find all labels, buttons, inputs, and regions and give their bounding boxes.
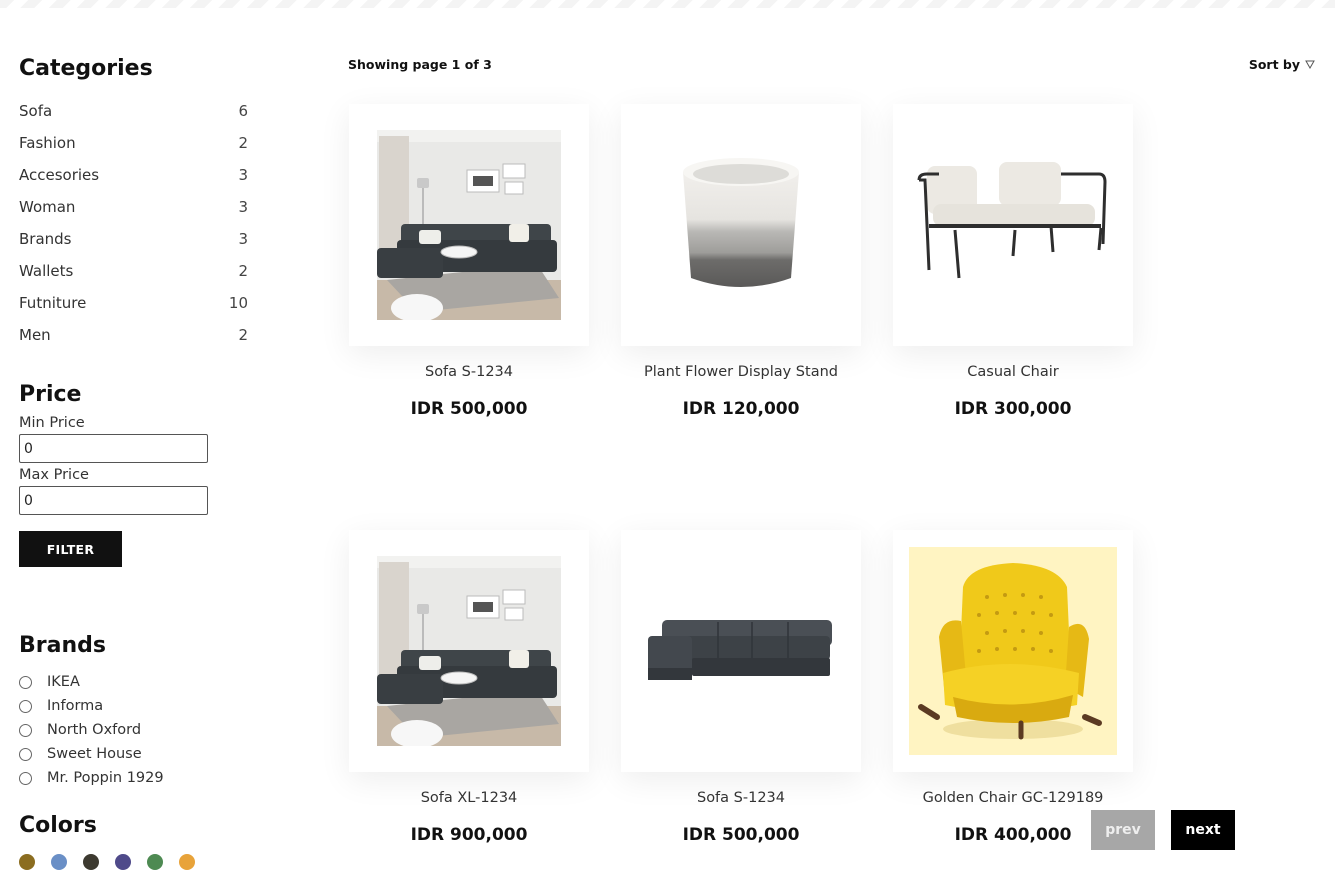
colors-filter: Colors <box>19 813 195 870</box>
product-name[interactable]: Sofa S-1234 <box>349 364 589 380</box>
color-swatch-orange[interactable] <box>179 854 195 870</box>
category-label: Brands <box>19 230 72 248</box>
color-swatch-blue[interactable] <box>51 854 67 870</box>
brand-label: Mr. Poppin 1929 <box>47 770 164 786</box>
category-count: 2 <box>238 134 248 152</box>
category-count: 2 <box>238 262 248 280</box>
color-swatch-indigo[interactable] <box>115 854 131 870</box>
product-image[interactable] <box>349 530 589 772</box>
category-item-brands[interactable]: Brands 3 <box>19 223 248 255</box>
brand-label: IKEA <box>47 674 80 690</box>
brand-option-sweet-house[interactable]: Sweet House <box>19 742 164 766</box>
concrete-planter-image <box>683 158 799 287</box>
category-item-sofa[interactable]: Sofa 6 <box>19 95 248 127</box>
product-price: IDR 900,000 <box>410 825 528 845</box>
product-name[interactable]: Casual Chair <box>893 364 1133 380</box>
brand-list: IKEA Informa North Oxford Sweet House Mr… <box>19 670 164 790</box>
brands-heading: Brands <box>19 633 106 658</box>
yellow-wingback-chair-image <box>909 547 1117 755</box>
category-item-fashion[interactable]: Fashion 2 <box>19 127 248 159</box>
product-name[interactable]: Sofa XL-1234 <box>349 790 589 806</box>
radio-button[interactable] <box>19 747 32 761</box>
product-card[interactable]: Sofa S-1234 IDR 500,000 <box>349 104 589 419</box>
next-button[interactable]: next <box>1171 810 1235 850</box>
color-swatch-green[interactable] <box>147 854 163 870</box>
product-image[interactable] <box>893 104 1133 346</box>
brand-option-mr-poppin[interactable]: Mr. Poppin 1929 <box>19 766 164 790</box>
category-count: 2 <box>238 326 248 344</box>
price-heading: Price <box>19 382 82 407</box>
category-count: 6 <box>238 102 248 120</box>
category-item-woman[interactable]: Woman 3 <box>19 191 248 223</box>
product-card[interactable]: Sofa S-1234 IDR 500,000 <box>621 530 861 845</box>
product-image[interactable] <box>621 530 861 772</box>
product-card[interactable]: Sofa XL-1234 IDR 900,000 <box>349 530 589 845</box>
brand-label: North Oxford <box>47 722 142 738</box>
category-item-wallets[interactable]: Wallets 2 <box>19 255 248 287</box>
categories-heading: Categories <box>19 56 153 81</box>
category-label: Woman <box>19 198 76 216</box>
category-count: 3 <box>238 198 248 216</box>
sidebar: Categories Sofa 6 Fashion 2 Accesories 3 Wo… <box>19 56 259 870</box>
product-name[interactable]: Sofa S-1234 <box>621 790 861 806</box>
category-label: Accesories <box>19 166 100 184</box>
max-price-input[interactable] <box>19 486 208 515</box>
category-label: Wallets <box>19 262 74 280</box>
brand-label: Sweet House <box>47 746 142 762</box>
product-image[interactable] <box>893 530 1133 772</box>
living-room-sofa-image <box>377 130 561 320</box>
brand-label: Informa <box>47 698 104 714</box>
min-price-input[interactable] <box>19 434 208 463</box>
category-label: Men <box>19 326 51 344</box>
category-count: 3 <box>238 166 248 184</box>
category-label: Fashion <box>19 134 76 152</box>
top-border <box>0 0 1335 8</box>
product-image[interactable] <box>621 104 861 346</box>
sort-dropdown[interactable]: Sort by <box>1249 57 1315 72</box>
brand-option-ikea[interactable]: IKEA <box>19 670 164 694</box>
product-price: IDR 300,000 <box>954 399 1072 419</box>
radio-button[interactable] <box>19 675 32 689</box>
color-swatches <box>19 854 195 870</box>
category-item-accesories[interactable]: Accesories 3 <box>19 159 248 191</box>
product-name[interactable]: Plant Flower Display Stand <box>621 364 861 380</box>
radio-button[interactable] <box>19 771 32 785</box>
product-image[interactable] <box>349 104 589 346</box>
category-count: 3 <box>238 230 248 248</box>
category-item-men[interactable]: Men 2 <box>19 319 248 351</box>
product-card[interactable]: Golden Chair GC-129189 IDR 400,000 <box>893 530 1133 845</box>
color-swatch-charcoal[interactable] <box>83 854 99 870</box>
color-swatch-olive[interactable] <box>19 854 35 870</box>
metal-loveseat-image <box>917 162 1107 279</box>
product-price: IDR 500,000 <box>682 825 800 845</box>
category-label: Sofa <box>19 102 53 120</box>
product-price: IDR 120,000 <box>682 399 800 419</box>
radio-button[interactable] <box>19 723 32 737</box>
category-count: 10 <box>228 294 248 312</box>
colors-heading: Colors <box>19 813 97 838</box>
brand-option-informa[interactable]: Informa <box>19 694 164 718</box>
triangle-down-icon <box>1305 60 1315 69</box>
category-label: Futniture <box>19 294 87 312</box>
product-name[interactable]: Golden Chair GC-129189 <box>893 790 1133 806</box>
category-item-futniture[interactable]: Futniture 10 <box>19 287 248 319</box>
product-card[interactable]: Plant Flower Display Stand IDR 120,000 <box>621 104 861 419</box>
category-list: Sofa 6 Fashion 2 Accesories 3 Woman 3 Brands… <box>19 95 259 351</box>
page-status: Showing page 1 of 3 <box>348 57 492 72</box>
brands-filter: Brands IKEA Informa North Oxford Sweet H… <box>19 633 164 790</box>
living-room-sofa-image <box>377 556 561 746</box>
radio-button[interactable] <box>19 699 32 713</box>
product-grid: Sofa S-1234 IDR 500,000 Plant Flower Dis… <box>349 104 1133 845</box>
price-filter: Price Min Price Max Price FILTER <box>19 382 208 567</box>
sort-label: Sort by <box>1248 57 1300 72</box>
product-price: IDR 500,000 <box>410 399 528 419</box>
filter-button[interactable]: FILTER <box>19 531 122 567</box>
product-card[interactable]: Casual Chair IDR 300,000 <box>893 104 1133 419</box>
prev-button[interactable]: prev <box>1091 810 1155 850</box>
pagination: prev next <box>1091 810 1235 850</box>
brand-option-north-oxford[interactable]: North Oxford <box>19 718 164 742</box>
max-price-label: Max Price <box>19 467 89 483</box>
min-price-label: Min Price <box>19 415 85 431</box>
sectional-sofa-image <box>648 620 832 680</box>
